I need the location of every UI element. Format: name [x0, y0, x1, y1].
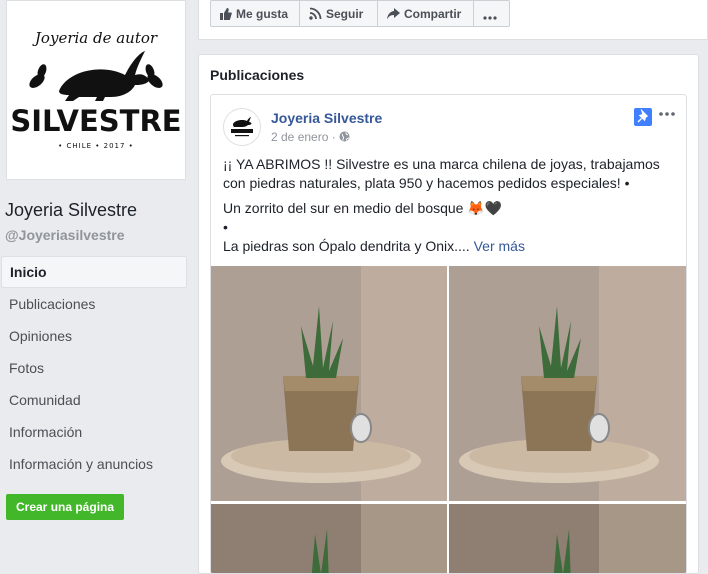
- post-meta: 2 de enero ·: [271, 130, 350, 144]
- nav-item-fotos[interactable]: Fotos: [0, 352, 187, 384]
- logo-country-year: • CHILE • 2017 •: [58, 142, 134, 150]
- silvestre-logo: Joyeria de autor SILVESTRE • CHILE • 201…: [10, 29, 181, 150]
- page-action-bar: Me gusta Seguir Compartir: [198, 0, 708, 40]
- page-nav: Inicio Publicaciones Opiniones Fotos Com…: [0, 256, 187, 480]
- share-arrow-icon: [387, 8, 400, 20]
- share-button[interactable]: Compartir: [377, 0, 474, 27]
- logo-brand: SILVESTRE: [10, 104, 181, 138]
- like-label: Me gusta: [236, 7, 289, 21]
- post-text-line: ¡¡ YA ABRIMOS !! Silvestre es una marca …: [223, 156, 660, 191]
- post-options-button[interactable]: [659, 103, 675, 121]
- page-name[interactable]: Joyeria Silvestre: [5, 200, 137, 221]
- pin-icon: [634, 108, 652, 126]
- nav-item-inicio[interactable]: Inicio: [1, 256, 187, 288]
- see-more-link[interactable]: Ver más: [474, 238, 525, 254]
- section-title: Publicaciones: [210, 67, 305, 83]
- page-handle[interactable]: @Joyeriasilvestre: [5, 227, 125, 243]
- nav-item-opiniones[interactable]: Opiniones: [0, 320, 187, 352]
- post-text-line: La piedras son Ópalo dendrita y Onix....: [223, 238, 470, 254]
- pinned-post: Joyeria Silvestre 2 de enero · ¡¡ YA ABR…: [210, 94, 687, 574]
- globe-icon[interactable]: [339, 131, 350, 142]
- post-photo[interactable]: [449, 266, 686, 501]
- avatar-logo: [231, 117, 253, 137]
- post-photo[interactable]: [211, 266, 447, 501]
- post-body: ¡¡ YA ABRIMOS !! Silvestre es una marca …: [223, 155, 673, 256]
- more-options-button[interactable]: [473, 0, 510, 27]
- left-column: Joyeria de autor SILVESTRE • CHILE • 201…: [0, 0, 197, 557]
- more-dots-icon: [659, 112, 675, 116]
- logo-tagline: Joyeria de autor: [32, 29, 158, 47]
- post-date[interactable]: 2 de enero: [271, 130, 328, 144]
- succulent-photo: [211, 266, 447, 501]
- meta-separator: ·: [331, 130, 336, 144]
- post-author-name[interactable]: Joyeria Silvestre: [271, 110, 382, 126]
- rss-icon: [309, 7, 322, 20]
- page-profile-picture[interactable]: Joyeria de autor SILVESTRE • CHILE • 201…: [6, 0, 186, 180]
- nav-item-comunidad[interactable]: Comunidad: [0, 384, 187, 416]
- nav-item-info-anuncios[interactable]: Información y anuncios: [0, 448, 187, 480]
- nav-item-informacion[interactable]: Información: [0, 416, 187, 448]
- follow-label: Seguir: [326, 7, 364, 21]
- more-dots-icon: [482, 16, 497, 20]
- succulent-photo: [449, 504, 686, 573]
- thumbs-up-icon: [220, 8, 232, 20]
- posts-section: Publicaciones Joyeria Silvestre 2 de ene…: [198, 54, 699, 574]
- post-text-line: Un zorrito del sur en medio del bosque 🦊…: [223, 200, 503, 216]
- post-text-line: •: [223, 219, 228, 235]
- follow-button[interactable]: Seguir: [299, 0, 378, 27]
- post-author-avatar[interactable]: [223, 108, 261, 146]
- succulent-photo: [449, 266, 686, 501]
- like-button[interactable]: Me gusta: [210, 0, 300, 27]
- share-label: Compartir: [404, 7, 462, 21]
- post-photo[interactable]: [211, 504, 447, 573]
- succulent-photo: [211, 504, 447, 573]
- nav-item-publicaciones[interactable]: Publicaciones: [0, 288, 187, 320]
- post-photo[interactable]: [449, 504, 686, 573]
- create-page-button[interactable]: Crear una página: [6, 494, 125, 520]
